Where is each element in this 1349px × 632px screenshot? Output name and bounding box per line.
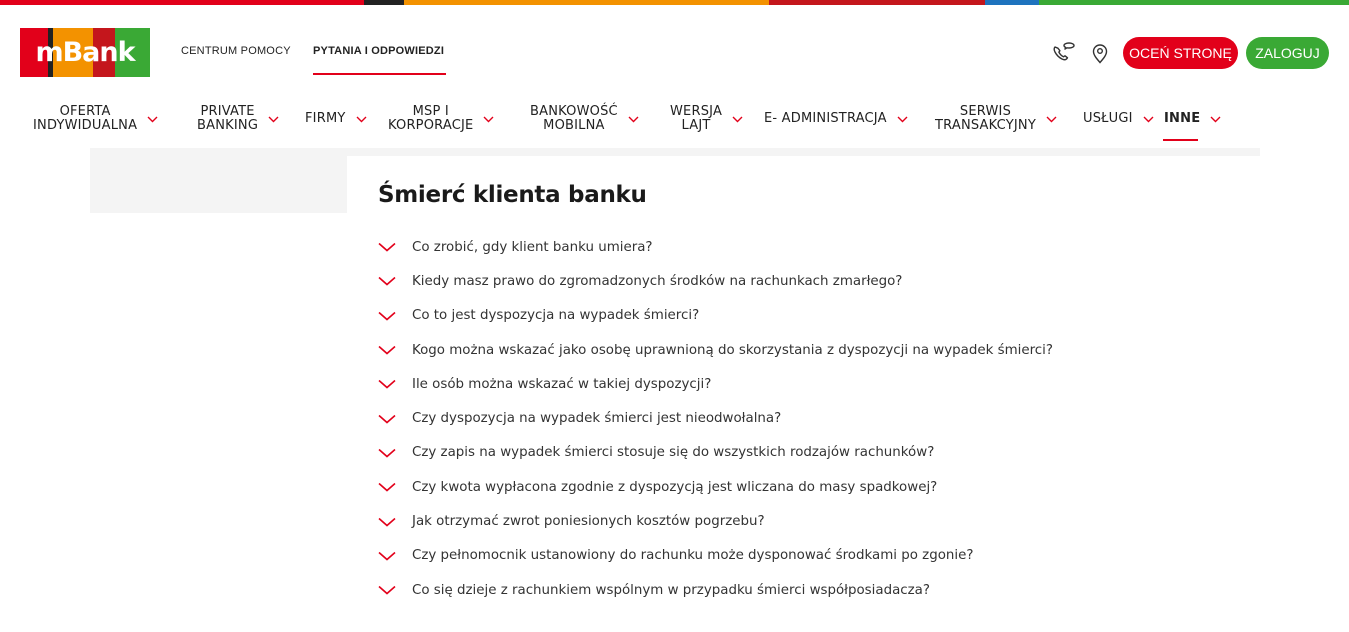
help-center-link[interactable]: CENTRUM POMOCY xyxy=(181,45,291,57)
nav-item-wersja-lajt[interactable]: WERSJA LAJT xyxy=(670,104,743,134)
chevron-down-icon xyxy=(378,414,398,424)
phone-chat-icon[interactable] xyxy=(1051,41,1077,65)
chevron-down-icon xyxy=(378,482,398,492)
faq-question: Kiedy masz prawo do zgromadzonych środkó… xyxy=(412,273,903,289)
sidebar-panel xyxy=(90,156,347,213)
page-title: Śmierć klienta banku xyxy=(378,182,647,208)
logo-text: mBank xyxy=(35,37,135,68)
chevron-down-icon xyxy=(1143,116,1154,123)
nav-item-label: SERWIS TRANSAKCYJNY xyxy=(935,104,1036,133)
nav-item-firmy[interactable]: FIRMY xyxy=(305,104,367,134)
mbank-logo[interactable]: mBank xyxy=(20,28,150,77)
map-pin-icon[interactable] xyxy=(1087,41,1113,65)
nav-item-label: INNE xyxy=(1164,111,1201,126)
chevron-down-icon xyxy=(378,585,398,595)
nav-item-serwis-transakcyjny[interactable]: SERWIS TRANSAKCYJNY xyxy=(935,104,1057,134)
login-button[interactable]: ZALOGUJ xyxy=(1246,37,1329,69)
faq-question: Co to jest dyspozycja na wypadek śmierci… xyxy=(412,308,700,324)
faq-item[interactable]: Ile osób można wskazać w takiej dyspozyc… xyxy=(378,367,1053,401)
nav-item-msp-korporacje[interactable]: MSP I KORPORACJE xyxy=(388,104,494,134)
faq-question: Czy zapis na wypadek śmierci stosuje się… xyxy=(412,445,935,461)
faq-item[interactable]: Kiedy masz prawo do zgromadzonych środkó… xyxy=(378,264,1053,298)
nav-item-label: E- ADMINISTRACJA xyxy=(764,111,887,126)
chevron-down-icon xyxy=(732,116,743,123)
faq-item[interactable]: Co to jest dyspozycja na wypadek śmierci… xyxy=(378,299,1053,333)
chevron-down-icon xyxy=(897,116,908,123)
faq-list: Co zrobić, gdy klient banku umiera? Kied… xyxy=(378,230,1053,607)
faq-question: Jak otrzymać zwrot poniesionych kosztów … xyxy=(412,514,765,530)
faq-item[interactable]: Czy pełnomocnik ustanowiony do rachunku … xyxy=(378,539,1053,573)
chevron-down-icon xyxy=(378,276,398,287)
chevron-down-icon xyxy=(483,116,494,123)
rate-page-button[interactable]: OCEŃ STRONĘ xyxy=(1123,37,1238,69)
chevron-down-icon xyxy=(356,116,367,123)
brand-color-strip xyxy=(0,0,1349,5)
faq-question: Czy dyspozycja na wypadek śmierci jest n… xyxy=(412,411,782,427)
chevron-down-icon xyxy=(378,448,398,458)
chevron-down-icon xyxy=(378,551,398,561)
qa-link[interactable]: PYTANIA I ODPOWIEDZI xyxy=(313,45,444,57)
chevron-down-icon xyxy=(1046,116,1057,123)
faq-item[interactable]: Czy zapis na wypadek śmierci stosuje się… xyxy=(378,436,1053,470)
chevron-down-icon xyxy=(1210,116,1221,123)
chevron-down-icon xyxy=(147,116,158,123)
nav-item-inne[interactable]: INNE xyxy=(1164,104,1221,134)
faq-item[interactable]: Czy kwota wypłacona zgodnie z dyspozycją… xyxy=(378,470,1053,504)
nav-active-underline xyxy=(1163,139,1198,141)
chevron-down-icon xyxy=(378,345,398,355)
faq-item[interactable]: Kogo można wskazać jako osobę uprawnioną… xyxy=(378,333,1053,367)
faq-question: Kogo można wskazać jako osobę uprawnioną… xyxy=(412,342,1053,358)
nav-item-bankowosc-mobilna[interactable]: BANKOWOŚĆ MOBILNA xyxy=(530,104,639,134)
nav-item-oferta-indywidualna[interactable]: OFERTA INDYWIDUALNA xyxy=(33,104,158,134)
chevron-down-icon xyxy=(268,116,279,123)
nav-item-label: WERSJA LAJT xyxy=(670,104,723,133)
content-top-band xyxy=(90,148,1260,156)
nav-item-label: BANKOWOŚĆ MOBILNA xyxy=(530,104,618,133)
chevron-down-icon xyxy=(378,242,398,252)
nav-item-label: PRIVATE BANKING xyxy=(197,104,259,133)
faq-item[interactable]: Co się dzieje z rachunkiem wspólnym w pr… xyxy=(378,573,1053,607)
faq-question: Czy kwota wypłacona zgodnie z dyspozycją… xyxy=(412,479,938,495)
nav-item-private-banking[interactable]: PRIVATE BANKING xyxy=(197,104,279,134)
nav-item-label: MSP I KORPORACJE xyxy=(388,104,474,133)
chevron-down-icon xyxy=(378,517,398,527)
nav-item-label: OFERTA INDYWIDUALNA xyxy=(33,104,138,133)
faq-question: Co zrobić, gdy klient banku umiera? xyxy=(412,239,653,255)
chevron-down-icon xyxy=(628,116,639,123)
faq-item[interactable]: Jak otrzymać zwrot poniesionych kosztów … xyxy=(378,504,1053,538)
faq-question: Czy pełnomocnik ustanowiony do rachunku … xyxy=(412,548,974,564)
nav-item-label: FIRMY xyxy=(305,111,346,126)
qa-active-underline xyxy=(313,73,446,75)
nav-item-e-administracja[interactable]: E- ADMINISTRACJA xyxy=(764,104,908,134)
chevron-down-icon xyxy=(378,379,398,389)
faq-question: Ile osób można wskazać w takiej dyspozyc… xyxy=(412,376,712,392)
chevron-down-icon xyxy=(378,311,398,321)
faq-item[interactable]: Czy dyspozycja na wypadek śmierci jest n… xyxy=(378,401,1053,435)
faq-question: Co się dzieje z rachunkiem wspólnym w pr… xyxy=(412,582,930,598)
faq-item[interactable]: Co zrobić, gdy klient banku umiera? xyxy=(378,230,1053,264)
nav-item-label: USŁUGI xyxy=(1083,111,1133,126)
nav-item-uslugi[interactable]: USŁUGI xyxy=(1083,104,1154,134)
